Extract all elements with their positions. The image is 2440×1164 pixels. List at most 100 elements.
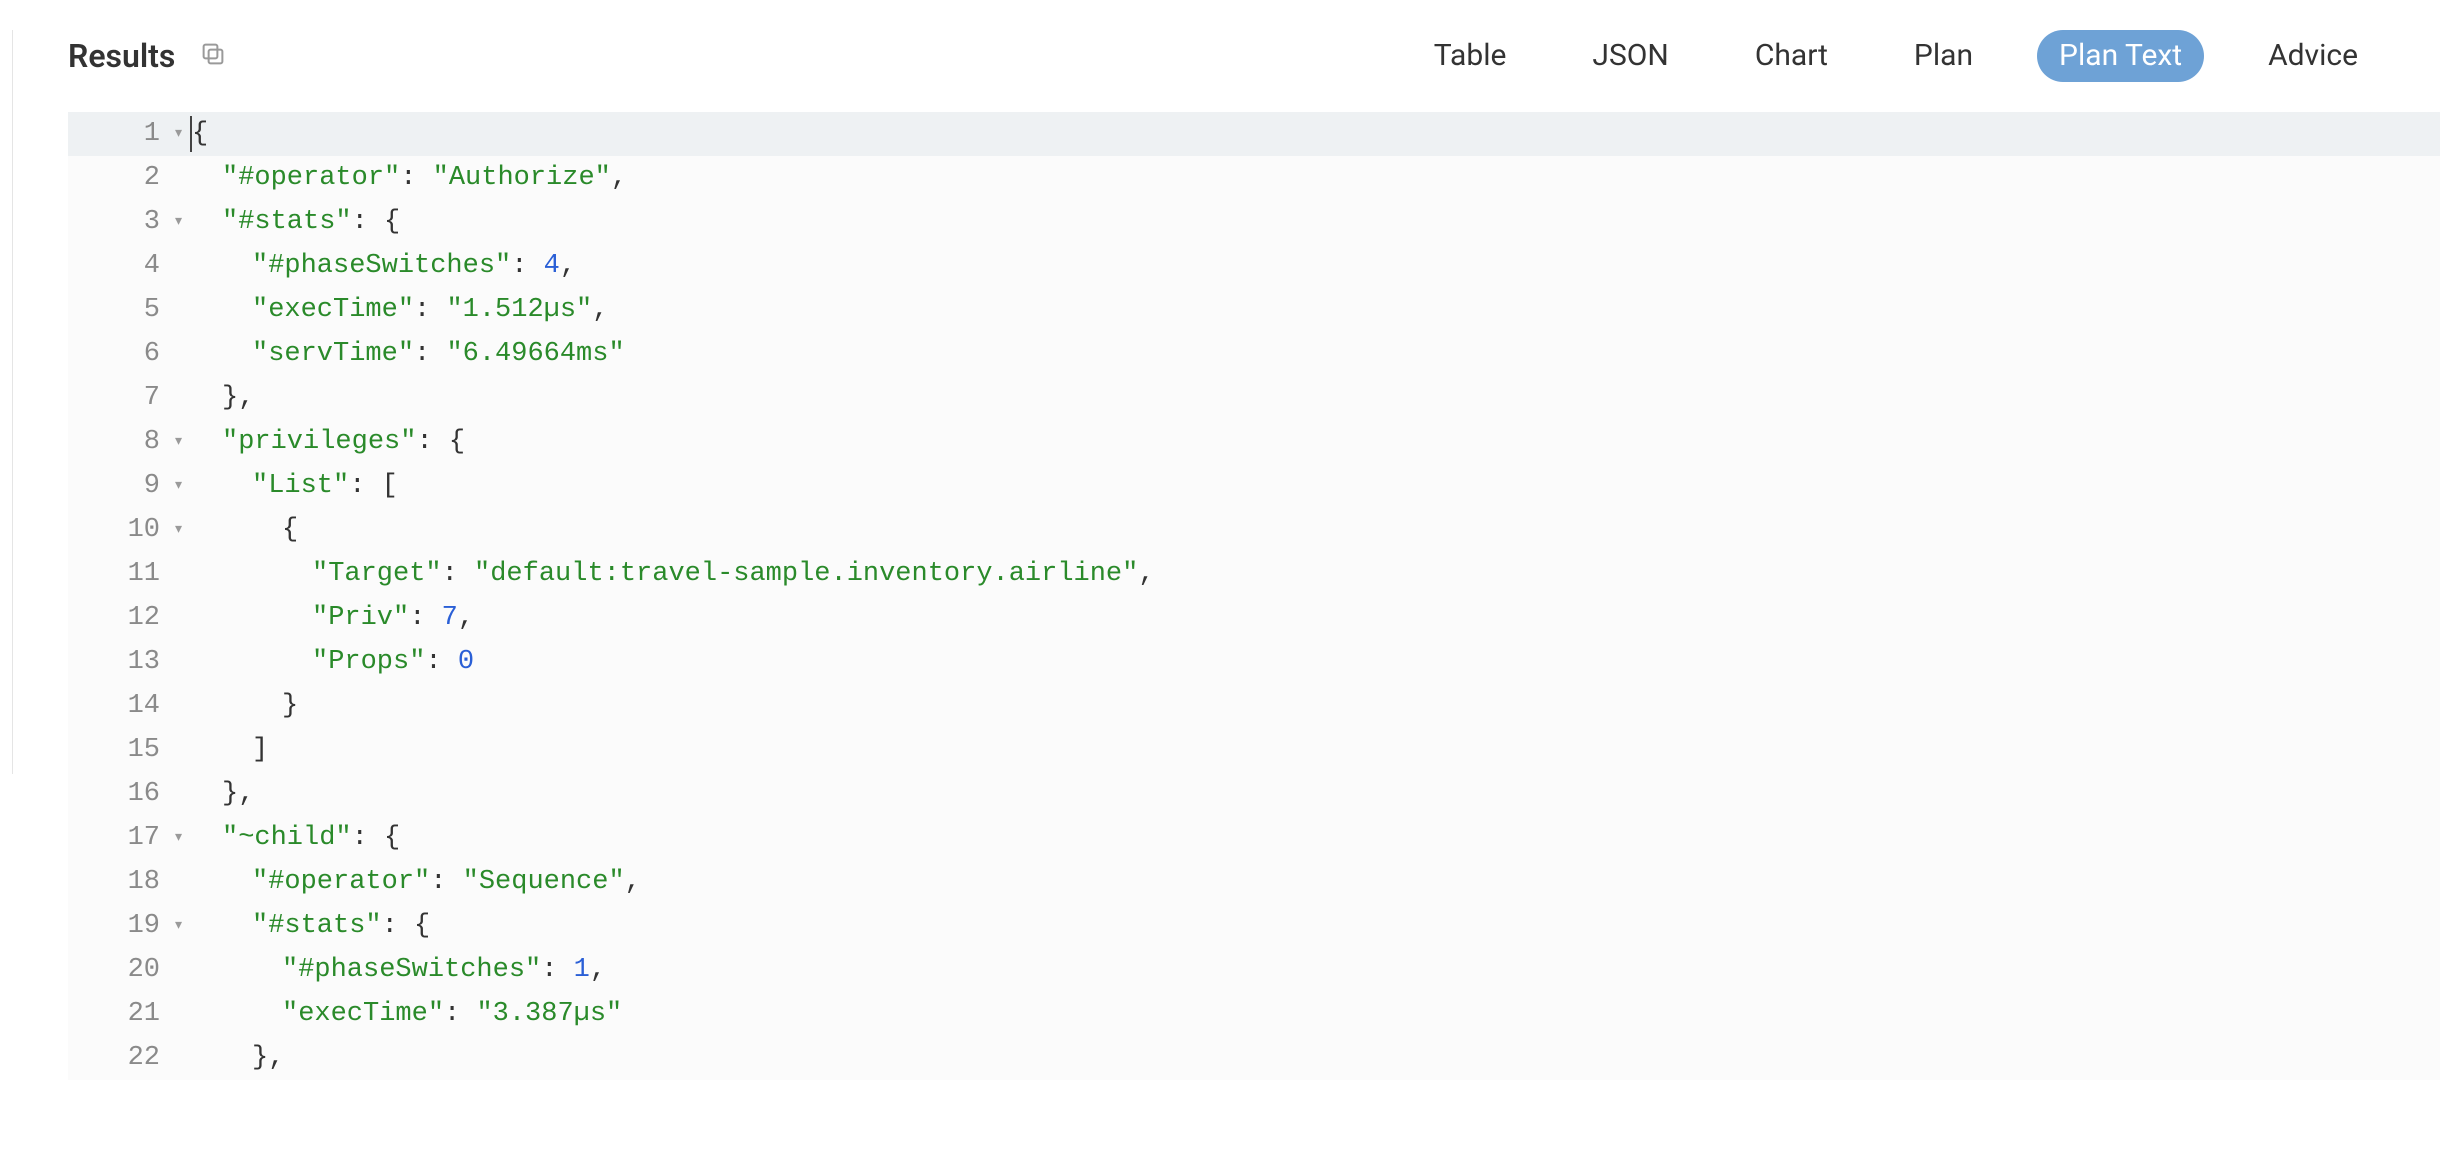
line-number: 12: [68, 596, 168, 640]
line-number: 2: [68, 156, 168, 200]
code-line: 6"servTime": "6.49664ms": [68, 332, 2440, 376]
code-content: "#stats": {: [168, 200, 400, 244]
line-number: 17▾: [68, 816, 168, 860]
tab-chart[interactable]: Chart: [1733, 30, 1850, 82]
line-number: 3▾: [68, 200, 168, 244]
code-token: }: [252, 1043, 268, 1073]
code-token: "default:travel-sample.inventory.airline…: [474, 559, 1138, 589]
copy-icon: [198, 39, 228, 73]
code-token: :: [382, 911, 414, 941]
code-token: 0: [458, 647, 474, 677]
line-number: 22: [68, 1036, 168, 1080]
code-token: ,: [560, 251, 576, 281]
code-content: "~child": {: [168, 816, 400, 860]
code-content: {: [168, 112, 208, 156]
line-number: 16: [68, 772, 168, 816]
code-token: "#phaseSwitches": [282, 955, 541, 985]
line-number: 1▾: [68, 112, 168, 156]
line-number: 13: [68, 640, 168, 684]
code-token: 7: [442, 603, 458, 633]
code-token: "Sequence": [463, 867, 625, 897]
code-token: {: [384, 823, 400, 853]
line-number: 6: [68, 332, 168, 376]
text-cursor: [190, 116, 192, 152]
code-token: "List": [252, 471, 349, 501]
code-content: "privileges": {: [168, 420, 465, 464]
code-token: "#stats": [222, 207, 352, 237]
code-token: "Props": [312, 647, 425, 677]
code-line: 2"#operator": "Authorize",: [68, 156, 2440, 200]
code-line: 3▾"#stats": {: [68, 200, 2440, 244]
code-line: 7},: [68, 376, 2440, 420]
code-token: ,: [611, 163, 627, 193]
copy-button[interactable]: [197, 40, 229, 72]
code-token: }: [282, 691, 298, 721]
code-line: 12"Priv": 7,: [68, 596, 2440, 640]
line-number: 8▾: [68, 420, 168, 464]
line-number: 9▾: [68, 464, 168, 508]
line-number: 5: [68, 288, 168, 332]
line-number: 15: [68, 728, 168, 772]
code-content: "Priv": 7,: [168, 596, 474, 640]
tab-plan[interactable]: Plan: [1892, 30, 1995, 82]
code-content: "#operator": "Authorize",: [168, 156, 627, 200]
line-number: 14: [68, 684, 168, 728]
code-token: "1.512µs": [446, 295, 592, 325]
code-token: :: [414, 339, 446, 369]
code-line: 14}: [68, 684, 2440, 728]
tab-json[interactable]: JSON: [1570, 30, 1690, 82]
code-token: ,: [625, 867, 641, 897]
code-token: 4: [544, 251, 560, 281]
code-token: "Priv": [312, 603, 409, 633]
code-content: "#stats": {: [168, 904, 430, 948]
code-token: :: [409, 603, 441, 633]
code-content: }: [168, 684, 298, 728]
code-token: ,: [592, 295, 608, 325]
code-content: },: [168, 772, 254, 816]
code-token: ,: [590, 955, 606, 985]
tab-advice[interactable]: Advice: [2246, 30, 2380, 82]
code-token: "Target": [312, 559, 442, 589]
code-token: {: [384, 207, 400, 237]
code-token: :: [425, 647, 457, 677]
code-token: }: [222, 779, 238, 809]
code-token: "privileges": [222, 427, 416, 457]
code-content: ]: [168, 728, 268, 772]
tab-plantext[interactable]: Plan Text: [2037, 30, 2204, 82]
code-token: "#stats": [252, 911, 382, 941]
code-line: 5"execTime": "1.512µs",: [68, 288, 2440, 332]
left-rule: [12, 30, 13, 774]
code-content: "servTime": "6.49664ms": [168, 332, 625, 376]
plan-text-code[interactable]: 1▾{2"#operator": "Authorize",3▾"#stats":…: [68, 112, 2440, 1080]
line-number: 4: [68, 244, 168, 288]
line-number: 11: [68, 552, 168, 596]
code-token: :: [444, 999, 476, 1029]
code-line: 18"#operator": "Sequence",: [68, 860, 2440, 904]
code-content: {: [168, 508, 298, 552]
code-token: "execTime": [252, 295, 414, 325]
results-header: Results TableJSONChartPlanPlan TextAdvic…: [0, 30, 2440, 112]
code-line: 15]: [68, 728, 2440, 772]
code-token: ,: [268, 1043, 284, 1073]
code-token: :: [400, 163, 432, 193]
code-line: 11"Target": "default:travel-sample.inven…: [68, 552, 2440, 596]
line-number: 20: [68, 948, 168, 992]
code-line: 20"#phaseSwitches": 1,: [68, 948, 2440, 992]
code-content: "List": [: [168, 464, 398, 508]
code-token: "#operator": [222, 163, 400, 193]
code-token: :: [511, 251, 543, 281]
code-token: ,: [238, 383, 254, 413]
code-token: ,: [458, 603, 474, 633]
code-line: 10▾{: [68, 508, 2440, 552]
code-line: 4"#phaseSwitches": 4,: [68, 244, 2440, 288]
line-number: 10▾: [68, 508, 168, 552]
code-token: :: [352, 207, 384, 237]
code-token: [: [382, 471, 398, 501]
code-token: "execTime": [282, 999, 444, 1029]
code-line: 1▾{: [68, 112, 2440, 156]
code-token: "Authorize": [433, 163, 611, 193]
code-line: 16},: [68, 772, 2440, 816]
tab-table[interactable]: Table: [1412, 30, 1529, 82]
code-content: "execTime": "3.387µs": [168, 992, 622, 1036]
results-tabs: Table JSON Chart Plan Plan Text Advice: [1412, 30, 2380, 82]
